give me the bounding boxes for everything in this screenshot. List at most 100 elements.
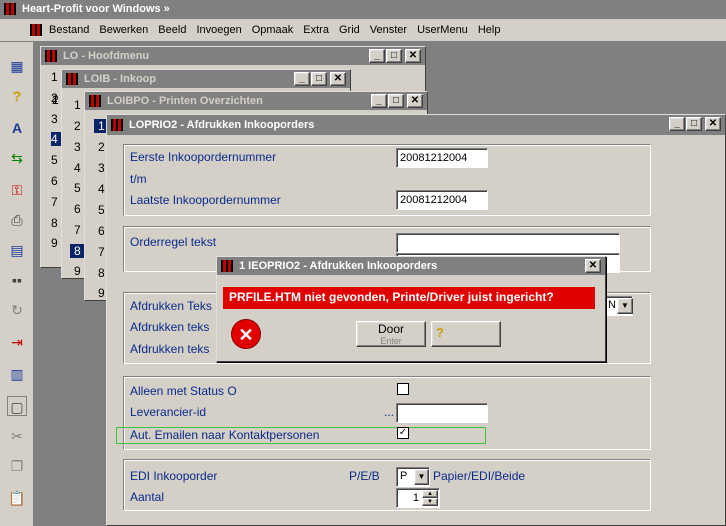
paste-icon[interactable]: 📋 [7,488,27,508]
key-icon[interactable]: ⚿ [7,180,27,200]
lo-item-5[interactable]: 5 [51,153,58,167]
status-checkbox[interactable] [397,383,409,395]
group-edi [123,459,651,511]
loibpo-item-3[interactable]: 3 [98,161,105,175]
grid-icon[interactable]: ▪▪ [7,270,27,290]
error-dialog-title: 1 IEOPRIO2 - Afdrukken Inkooporders [239,260,438,272]
exit-icon[interactable]: ⇥ [7,332,27,352]
cut-icon[interactable]: ✂ [7,426,27,446]
leverancier-label: Leverancier-id [130,405,207,419]
menu-grid[interactable]: Grid [334,24,365,36]
eerste-label: Eerste Inkoopordernummer [130,150,277,164]
error-icon: ✕ [231,319,261,349]
window-loibpo-title: LOIBPO - Printen Overzichten [107,95,263,107]
window-lo-title: LO - Hoofdmenu [63,50,150,62]
minimize-button[interactable]: _ [369,49,385,63]
lo-item-6[interactable]: 6 [51,174,58,188]
frame-icon[interactable]: ▢ [7,396,27,416]
spin-down-button[interactable]: ▼ [422,498,438,506]
loib-item-7[interactable]: 7 [74,223,81,237]
close-button[interactable]: ✕ [330,72,346,86]
loibpo-item-7[interactable]: 7 [98,245,105,259]
window-loprio2-titlebar[interactable]: LOPRIO2 - Afdrukken Inkooporders _ □ ✕ [107,115,725,135]
window-loib-titlebar[interactable]: LOIB - Inkoop _ □ ✕ [62,70,350,88]
door-sub: Enter [380,336,402,346]
orderregel-field-1[interactable] [396,233,620,253]
menu-extra[interactable]: Extra [298,24,334,36]
edi-pe-label: P/E/B [349,469,380,483]
loib-item-3[interactable]: 3 [74,140,81,154]
loib-item-6[interactable]: 6 [74,202,81,216]
loibpo-item-2[interactable]: 2 [98,140,105,154]
menu-help[interactable]: Help [473,24,506,36]
menu-beeld[interactable]: Beeld [153,24,191,36]
maximize-button[interactable]: □ [388,94,404,108]
loibpo-item-8[interactable]: 8 [98,266,105,280]
spin-up-button[interactable]: ▲ [422,490,438,498]
maximize-button[interactable]: □ [311,72,327,86]
afdrukken-label-3: Afdrukken teks [130,342,210,356]
email-checkbox[interactable]: ✓ [397,427,409,439]
eerste-field[interactable]: 20081212004 [396,148,488,168]
menu-bestand[interactable]: Bestand [44,24,94,36]
window-loprio2-title: LOPRIO2 - Afdrukken Inkooporders [129,119,315,131]
window-lo-titlebar[interactable]: LO - Hoofdmenu _ □ ✕ [41,47,425,65]
print-icon[interactable]: ⎙ [7,210,27,230]
laatste-field[interactable]: 20081212004 [396,190,488,210]
mdi-doc-icon[interactable] [30,24,42,36]
window-loib-title: LOIB - Inkoop [84,73,157,85]
menu-usermenu[interactable]: UserMenu [412,24,473,36]
maximize-button[interactable]: □ [386,49,402,63]
minimize-button[interactable]: _ [371,94,387,108]
minimize-button[interactable]: _ [294,72,310,86]
edi-select-arrow[interactable]: ▼ [414,469,429,485]
close-button[interactable]: ✕ [405,49,421,63]
help-icon[interactable]: ? [7,86,27,106]
menu-venster[interactable]: Venster [365,24,412,36]
window-icon[interactable]: ▤ [7,240,27,260]
lo-item-3[interactable]: 3 [51,112,58,126]
leverancier-lookup-dots[interactable]: ... [384,405,394,419]
edi-label: EDI Inkooporder [130,469,218,483]
error-dialog-titlebar[interactable]: 1 IEOPRIO2 - Afdrukken Inkooporders ✕ [217,257,605,275]
loib-item-4[interactable]: 4 [74,161,81,175]
window-logo-icon [111,119,123,131]
minimize-button[interactable]: _ [669,117,685,131]
afdrukken-combo-arrow[interactable]: ▼ [617,298,633,314]
loib-item-1[interactable]: 1 [74,98,81,112]
leverancier-field[interactable] [396,403,488,423]
lo-item-8[interactable]: 8 [51,216,58,230]
loibpo-item-9[interactable]: 9 [98,286,105,300]
lo-item-7[interactable]: 7 [51,195,58,209]
chart-icon[interactable]: ▥ [7,364,27,384]
help-button[interactable]: ? [431,321,501,347]
loib-item-2[interactable]: 2 [74,119,81,133]
close-button[interactable]: ✕ [407,94,423,108]
loibpo-item-6[interactable]: 6 [98,224,105,238]
calendar-icon[interactable]: ▦ [7,56,27,76]
close-button[interactable]: ✕ [705,117,721,131]
refresh-icon[interactable]: ↻ [7,300,27,320]
laatste-label: Laatste Inkoopordernummer [130,193,281,207]
export-icon[interactable]: ⇆ [7,148,27,168]
menu-bewerken[interactable]: Bewerken [94,24,153,36]
menu-invoegen[interactable]: Invoegen [191,24,246,36]
error-dialog: 1 IEOPRIO2 - Afdrukken Inkooporders ✕ PR… [216,256,606,362]
close-button[interactable]: ✕ [585,259,601,273]
copy-icon[interactable]: ❐ [7,456,27,476]
loibpo-item-4[interactable]: 4 [98,182,105,196]
maximize-button[interactable]: □ [686,117,702,131]
spell-icon[interactable]: A [7,118,27,138]
door-button[interactable]: Door Enter [356,321,426,347]
lo-item-9[interactable]: 9 [51,236,58,250]
loib-item-9[interactable]: 9 [74,264,81,278]
menu-opmaak[interactable]: Opmaak [247,24,299,36]
loib-item-5[interactable]: 5 [74,181,81,195]
loib-item-8[interactable]: 8 [70,244,85,258]
loibpo-item-5[interactable]: 5 [98,203,105,217]
window-loibpo-titlebar[interactable]: LOIBPO - Printen Overzichten _ □ ✕ [85,92,427,110]
lo-item-2[interactable]: 2 [51,91,58,105]
lo-item-1[interactable]: 1 [51,70,58,84]
email-label: Aut. Emailen naar Kontaktpersonen [130,428,320,442]
afdrukken-combo-value: N [608,299,616,311]
